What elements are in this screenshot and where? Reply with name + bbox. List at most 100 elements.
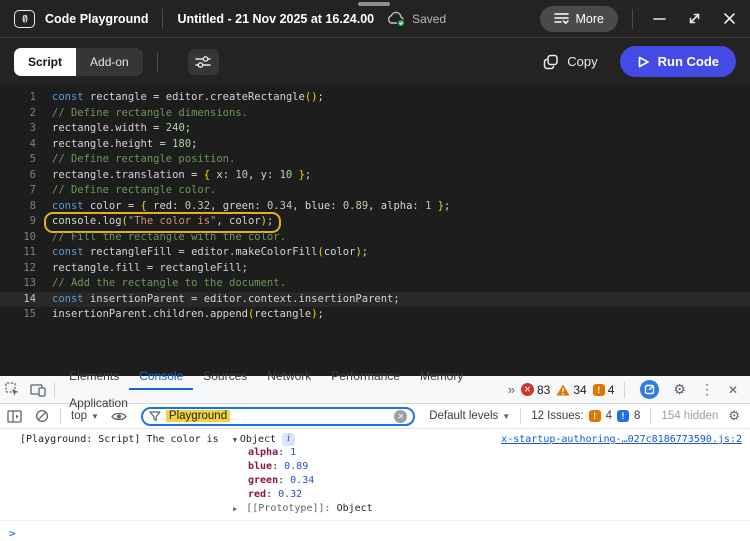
object-label[interactable]: Object — [240, 434, 276, 445]
more-button[interactable]: More — [540, 6, 618, 32]
code-line[interactable]: 15insertionParent.children.append(rectan… — [0, 307, 750, 323]
error-icon: ✕ — [521, 383, 534, 396]
line-number: 4 — [0, 137, 36, 153]
tab-addon[interactable]: Add-on — [76, 48, 143, 76]
inspect-element-button[interactable] — [0, 376, 25, 403]
breaking-change-issues-icon: ! — [617, 410, 629, 422]
devtools-tab-elements[interactable]: Elements — [59, 363, 129, 390]
minimize-button[interactable] — [653, 12, 666, 25]
code-line[interactable]: 12rectangle.fill = rectangleFill; — [0, 261, 750, 277]
line-number: 6 — [0, 168, 36, 184]
more-lines-icon — [554, 12, 569, 25]
code-line[interactable]: 10// Fill the rectangle with the color. — [0, 230, 750, 246]
run-code-button[interactable]: Run Code — [620, 46, 736, 77]
devtools-tab-memory[interactable]: Memory — [410, 363, 473, 390]
devtools-tab-performance[interactable]: Performance — [321, 363, 410, 390]
clear-console-button[interactable] — [28, 403, 56, 430]
device-toolbar-button[interactable] — [25, 376, 50, 403]
console-prompt-row[interactable]: > — [0, 521, 750, 540]
issues-count[interactable]: ! 4 — [593, 383, 615, 397]
copy-button[interactable]: Copy — [543, 54, 597, 70]
expand-triangle-icon[interactable]: ▶ — [233, 505, 237, 513]
context-selector[interactable]: top▼ — [65, 410, 105, 422]
drag-handle[interactable] — [358, 2, 390, 6]
app-name: Code Playground — [45, 12, 148, 26]
devtools-extension-button[interactable] — [635, 376, 663, 403]
line-number: 13 — [0, 276, 36, 292]
devtools-tab-console[interactable]: Console — [129, 363, 193, 390]
divider — [54, 382, 55, 398]
code-editor[interactable]: 1const rectangle = editor.createRectangl… — [0, 85, 750, 376]
code-line[interactable]: 13// Add the rectangle to the document. — [0, 276, 750, 292]
property-name: red — [248, 489, 266, 500]
close-icon: ✕ — [728, 383, 738, 397]
property-value: 0.32 — [278, 489, 302, 500]
property-value: 0.89 — [284, 461, 308, 472]
line-number: 3 — [0, 121, 36, 137]
console-sidebar-button[interactable] — [0, 403, 28, 430]
code-line[interactable]: 9console.log("The color is", color); — [0, 214, 750, 230]
warning-count[interactable]: 34 — [556, 383, 586, 397]
code-text: rectangle.height = 180; — [36, 137, 197, 153]
gear-icon: ⚙ — [673, 381, 686, 397]
console-message-text: [Playground: Script] The color is — [20, 434, 219, 445]
clear-filter-button[interactable]: ✕ — [394, 410, 407, 423]
property-value: 0.34 — [290, 475, 314, 486]
live-expression-button[interactable] — [105, 403, 133, 430]
code-line[interactable]: 11const rectangleFill = editor.makeColor… — [0, 245, 750, 261]
console-filter-input[interactable]: Playground ✕ — [141, 407, 415, 426]
code-line[interactable]: 6rectangle.translation = { x: 10, y: 10 … — [0, 168, 750, 184]
code-playground-window: (/) Code Playground Untitled - 21 Nov 20… — [0, 0, 750, 541]
console-settings-button[interactable]: ⚙ — [724, 408, 744, 424]
kebab-icon: ⋮ — [700, 381, 714, 397]
info-icon[interactable]: i — [282, 433, 295, 446]
devtools-menu-button[interactable]: ⋮ — [696, 381, 718, 398]
code-line[interactable]: 4rectangle.height = 180; — [0, 137, 750, 153]
tab-script[interactable]: Script — [14, 48, 76, 76]
object-property-row: blue: 0.89 — [20, 460, 742, 474]
copy-label: Copy — [567, 54, 597, 69]
property-value: 1 — [290, 447, 296, 458]
devtools-tab-network[interactable]: Network — [257, 363, 321, 390]
resize-button[interactable] — [688, 12, 701, 25]
line-number: 7 — [0, 183, 36, 199]
devtools-tabbar: ElementsConsoleSourcesNetworkPerformance… — [0, 376, 750, 404]
line-number: 15 — [0, 307, 36, 323]
devtools-close-button[interactable]: ✕ — [724, 383, 742, 397]
code-text: const insertionParent = editor.context.i… — [36, 292, 400, 308]
devtools-panel: ElementsConsoleSourcesNetworkPerformance… — [0, 376, 750, 541]
code-line[interactable]: 14const insertionParent = editor.context… — [0, 292, 750, 308]
console-output: [Playground: Script] The color is ▼ Obje… — [0, 429, 750, 541]
issues-summary[interactable]: 12 Issues: ! 4 ! 8 — [525, 410, 646, 422]
devtools-tab-sources[interactable]: Sources — [193, 363, 257, 390]
code-line[interactable]: 5// Define rectangle position. — [0, 152, 750, 168]
clear-console-icon — [35, 409, 49, 423]
devtools-settings-button[interactable]: ⚙ — [669, 381, 690, 398]
code-line[interactable]: 1const rectangle = editor.createRectangl… — [0, 90, 750, 106]
code-text: insertionParent.children.append(rectangl… — [36, 307, 324, 323]
close-button[interactable] — [723, 12, 736, 25]
source-link[interactable]: x-startup-authoring-…027c8186773590.js:2 — [501, 434, 742, 445]
more-tabs-button[interactable]: » — [502, 382, 521, 397]
error-count[interactable]: ✕ 83 — [521, 383, 550, 397]
code-line[interactable]: 2// Define rectangle dimensions. — [0, 106, 750, 122]
console-prompt-chevron: > — [9, 527, 16, 540]
object-property-row: alpha: 1 — [20, 446, 742, 460]
object-tree: alpha: 1blue: 0.89green: 0.34red: 0.32 — [20, 446, 742, 502]
object-property-row: green: 0.34 — [20, 474, 742, 488]
settings-sliders-button[interactable] — [188, 49, 219, 75]
code-line[interactable]: 3rectangle.width = 240; — [0, 121, 750, 137]
code-text: // Add the rectangle to the document. — [36, 276, 286, 292]
object-property-row: red: 0.32 — [20, 488, 742, 502]
line-number: 10 — [0, 230, 36, 246]
divider — [162, 9, 163, 29]
prototype-row[interactable]: ▶ [[Prototype]]: Object — [20, 502, 742, 516]
code-line[interactable]: 7// Define rectangle color. — [0, 183, 750, 199]
copy-icon — [543, 54, 559, 70]
run-code-label: Run Code — [658, 54, 719, 69]
collapse-triangle-icon[interactable]: ▼ — [233, 436, 237, 444]
log-levels-selector[interactable]: Default levels▼ — [423, 410, 516, 422]
issues-icon: ! — [593, 384, 605, 396]
code-text: rectangle.fill = rectangleFill; — [36, 261, 248, 277]
divider — [632, 9, 633, 29]
